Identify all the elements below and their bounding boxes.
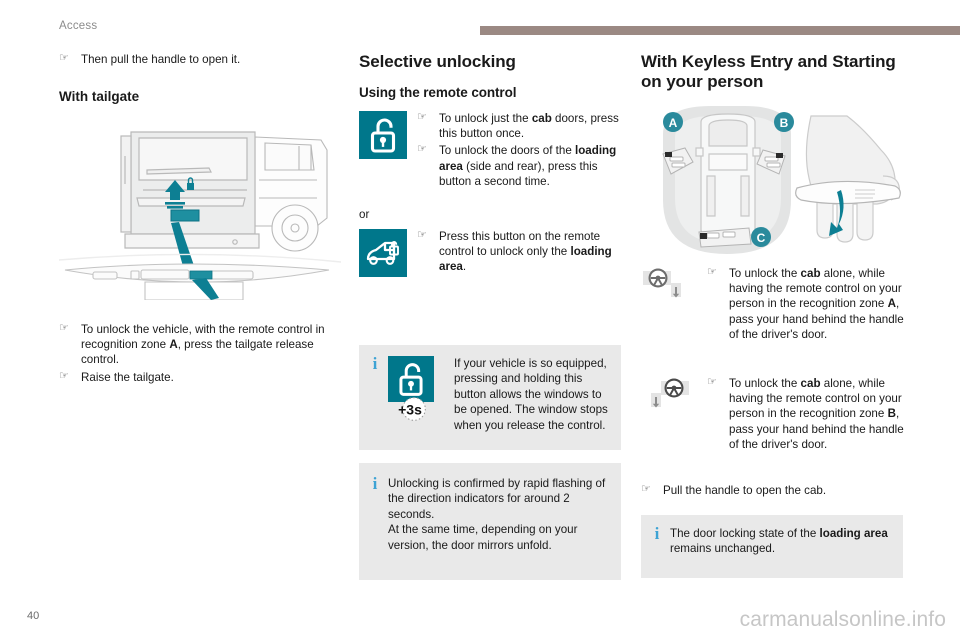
remote-unlock-cab-text: ☞ To unlock just the cab doors, press th…: [417, 111, 627, 191]
info-line-1: Unlocking is confirmed by rapid flashing…: [388, 477, 606, 521]
zone-a-bullets: ☞ To unlock the cab alone, while having …: [707, 266, 913, 342]
bullet-text: Press this button on the remote control …: [439, 230, 612, 274]
bullet-text: Pull the handle to open the cab.: [663, 484, 827, 497]
hand-pointer-icon: ☞: [417, 111, 427, 124]
bullet-item: ☞ To unlock the cab alone, while having …: [707, 376, 913, 452]
zone-b-bullets: ☞ To unlock the cab alone, while having …: [707, 376, 913, 452]
icon1-bullets: ☞ To unlock just the cab doors, press th…: [417, 111, 627, 189]
hand-pointer-icon: ☞: [641, 483, 651, 495]
bullet-item: ☞ Then pull the handle to open it.: [59, 52, 327, 67]
left-column: ☞ Then pull the handle to open it. With …: [59, 52, 327, 104]
keyless-zone-a-row: ☞ To unlock the cab alone, while having …: [641, 266, 913, 344]
header-rule: [480, 26, 960, 35]
info-text: The door locking state of the loading ar…: [670, 527, 888, 556]
bullet-text: To unlock the cab alone, while having th…: [729, 377, 904, 451]
info-box-window-control: i +3s If your vehicle is so equipped, pr…: [359, 345, 621, 450]
hand-pointer-icon: ☞: [59, 369, 69, 382]
svg-text:+3s: +3s: [398, 401, 422, 417]
chapter-title: Access: [59, 20, 98, 32]
bullet-item: ☞ To unlock the vehicle, with the remote…: [59, 322, 327, 368]
info-icon: i: [654, 524, 660, 543]
icon2-bullets: ☞ Press this button on the remote contro…: [417, 229, 627, 275]
remote-unlock-loading-area-row: ☞ Press this button on the remote contro…: [359, 229, 627, 278]
info-graphic: +3s: [388, 356, 446, 428]
bullet-item: ☞ To unlock the cab alone, while having …: [707, 266, 913, 342]
left-heading: With tailgate: [59, 89, 140, 105]
watermark: carmanualsonline.info: [739, 608, 946, 631]
hand-pointer-icon: ☞: [417, 229, 427, 242]
page-number: 40: [27, 610, 40, 622]
bullet-text: To unlock just the cab doors, press this…: [439, 112, 619, 141]
remote-unlock-loading-area-text: ☞ Press this button on the remote contro…: [417, 229, 627, 277]
bullet-item: ☞ Raise the tailgate.: [59, 370, 327, 385]
svg-text:B: B: [780, 116, 789, 130]
bullet-item: ☞ To unlock just the cab doors, press th…: [417, 111, 627, 141]
bullet-text: To unlock the vehicle, with the remote c…: [81, 323, 325, 367]
keyless-final-bullet: ☞ Pull the handle to open the cab.: [641, 483, 913, 500]
steering-wheel-right-door-icon: [641, 377, 691, 413]
bullet-item: ☞ Pull the handle to open the cab.: [641, 483, 913, 498]
bullet-text: Raise the tailgate.: [81, 370, 174, 384]
bullet-text: Then pull the handle to open it.: [81, 53, 241, 66]
manual-page: Access ☞ Then pull the handle to open it…: [0, 0, 960, 640]
info-text: If your vehicle is so equipped, pressing…: [454, 357, 608, 432]
svg-text:A: A: [669, 116, 678, 130]
car-loading-area-unlock-icon: [359, 229, 407, 278]
svg-text:C: C: [757, 231, 766, 245]
hand-pointer-icon: ☞: [59, 322, 69, 334]
section-heading-selective-unlocking: Selective unlocking: [359, 52, 516, 71]
subheading-using-remote-control: Using the remote control: [359, 85, 517, 101]
hand-pointer-icon: ☞: [707, 266, 717, 278]
recognition-zones-and-hand-illustration: A B C: [641, 104, 909, 262]
hand-pointer-icon: ☞: [59, 52, 69, 64]
info-box-loading-area-state: i The door locking state of the loading …: [641, 515, 903, 578]
bullet-item: ☞ To unlock the doors of the loading are…: [417, 143, 627, 189]
plus-three-seconds-badge: +3s: [398, 397, 426, 421]
info-box-unlock-confirmation: i Unlocking is confirmed by rapid flashi…: [359, 463, 621, 580]
left-bullets: ☞ To unlock the vehicle, with the remote…: [59, 322, 327, 385]
right-column: With Keyless Entry and Starting on your …: [641, 52, 909, 105]
info-icon: i: [372, 354, 378, 373]
open-padlock-icon: [359, 111, 407, 160]
bullet-text: To unlock the doors of the loading area …: [439, 144, 617, 188]
or-label: or: [359, 208, 370, 222]
left-intro-bullets: ☞ Then pull the handle to open it.: [59, 52, 327, 67]
info-line-2: At the same time, depending on your vers…: [388, 523, 578, 552]
middle-column: Selective unlocking Using the remote con…: [359, 52, 627, 278]
hand-pointer-icon: ☞: [707, 376, 717, 388]
rear-tailgate-illustration: [58, 110, 342, 301]
info-text: Unlocking is confirmed by rapid flashing…: [388, 476, 609, 553]
section-heading-keyless-entry: With Keyless Entry and Starting on your …: [641, 52, 896, 92]
bullet-item: ☞ Press this button on the remote contro…: [417, 229, 627, 275]
remote-unlock-cab-row: ☞ To unlock just the cab doors, press th…: [359, 111, 627, 191]
steering-wheel-left-door-icon: [641, 267, 691, 303]
hand-pointer-icon: ☞: [417, 143, 427, 156]
left-bullets-container: ☞ To unlock the vehicle, with the remote…: [59, 322, 327, 387]
info-icon: i: [372, 474, 378, 493]
keyless-zone-b-row: ☞ To unlock the cab alone, while having …: [641, 376, 913, 454]
bullet-text: To unlock the cab alone, while having th…: [729, 267, 904, 341]
